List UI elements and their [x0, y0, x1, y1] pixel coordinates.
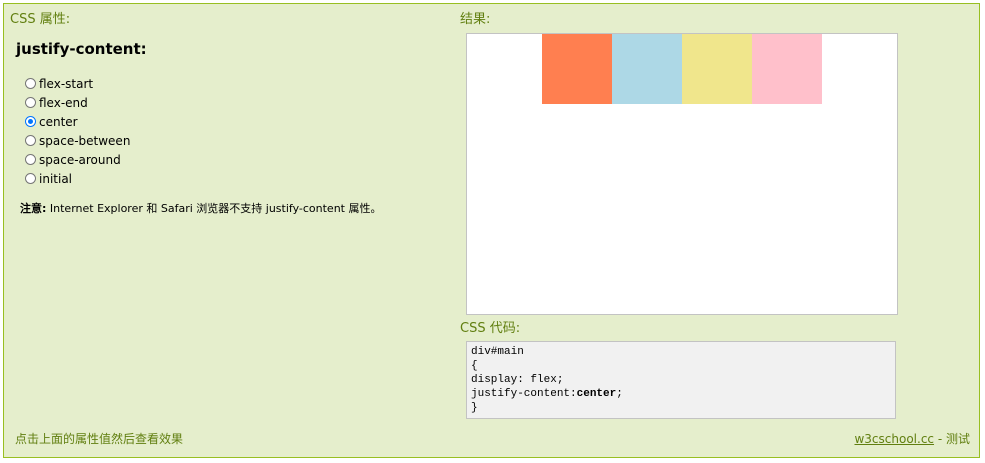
demo-frame: CSS 属性: justify-content: flex-start flex…: [3, 3, 980, 458]
option-flex-start[interactable]: flex-start: [25, 74, 130, 93]
property-name-heading: justify-content:: [16, 40, 147, 58]
footer-separator: -: [934, 432, 946, 446]
radio-button[interactable]: [25, 97, 36, 108]
flex-item-lightblue: [612, 34, 682, 104]
footer-links: w3cschool.cc - 测试: [854, 431, 970, 447]
option-list: flex-start flex-end center space-between…: [25, 74, 130, 188]
code-prop-value: center: [576, 388, 617, 400]
test-link[interactable]: 测试: [946, 432, 970, 446]
option-label: center: [39, 114, 78, 129]
radio-button[interactable]: [25, 173, 36, 184]
option-space-around[interactable]: space-around: [25, 150, 130, 169]
code-line: {: [471, 360, 478, 372]
option-label: flex-start: [39, 76, 94, 91]
footer-hint: 点击上面的属性值然后查看效果: [15, 432, 184, 446]
result-preview: [466, 33, 898, 315]
result-title: 结果:: [460, 12, 491, 27]
option-flex-end[interactable]: flex-end: [25, 93, 130, 112]
option-initial[interactable]: initial: [25, 169, 130, 188]
code-line-property: justify-content:center;: [471, 387, 891, 401]
code-prop-suffix: ;: [616, 388, 623, 400]
flex-item-khaki: [682, 34, 752, 104]
radio-button[interactable]: [25, 78, 36, 89]
option-label: space-between: [39, 133, 131, 148]
css-code-title: CSS 代码:: [460, 321, 521, 336]
code-prop-prefix: justify-content:: [471, 388, 577, 400]
option-label: flex-end: [39, 95, 88, 110]
note-label: 注意:: [20, 202, 47, 215]
flex-item-pink: [752, 34, 822, 104]
css-property-title: CSS 属性:: [10, 12, 71, 27]
radio-button-checked[interactable]: [25, 116, 36, 127]
w3cschool-link[interactable]: w3cschool.cc: [854, 432, 934, 446]
option-space-between[interactable]: space-between: [25, 131, 130, 150]
css-code-block: div#main { display: flex; justify-conten…: [466, 341, 896, 419]
flex-item-coral: [542, 34, 612, 104]
option-label: initial: [39, 171, 72, 186]
option-label: space-around: [39, 152, 121, 167]
note-text: Internet Explorer 和 Safari 浏览器不支持 justif…: [46, 202, 382, 215]
code-line: display: flex;: [471, 374, 564, 386]
code-line: div#main: [471, 346, 524, 358]
option-center[interactable]: center: [25, 112, 130, 131]
radio-button[interactable]: [25, 135, 36, 146]
compatibility-note: 注意: Internet Explorer 和 Safari 浏览器不支持 ju…: [20, 202, 381, 216]
radio-button[interactable]: [25, 154, 36, 165]
code-line: }: [471, 402, 478, 414]
